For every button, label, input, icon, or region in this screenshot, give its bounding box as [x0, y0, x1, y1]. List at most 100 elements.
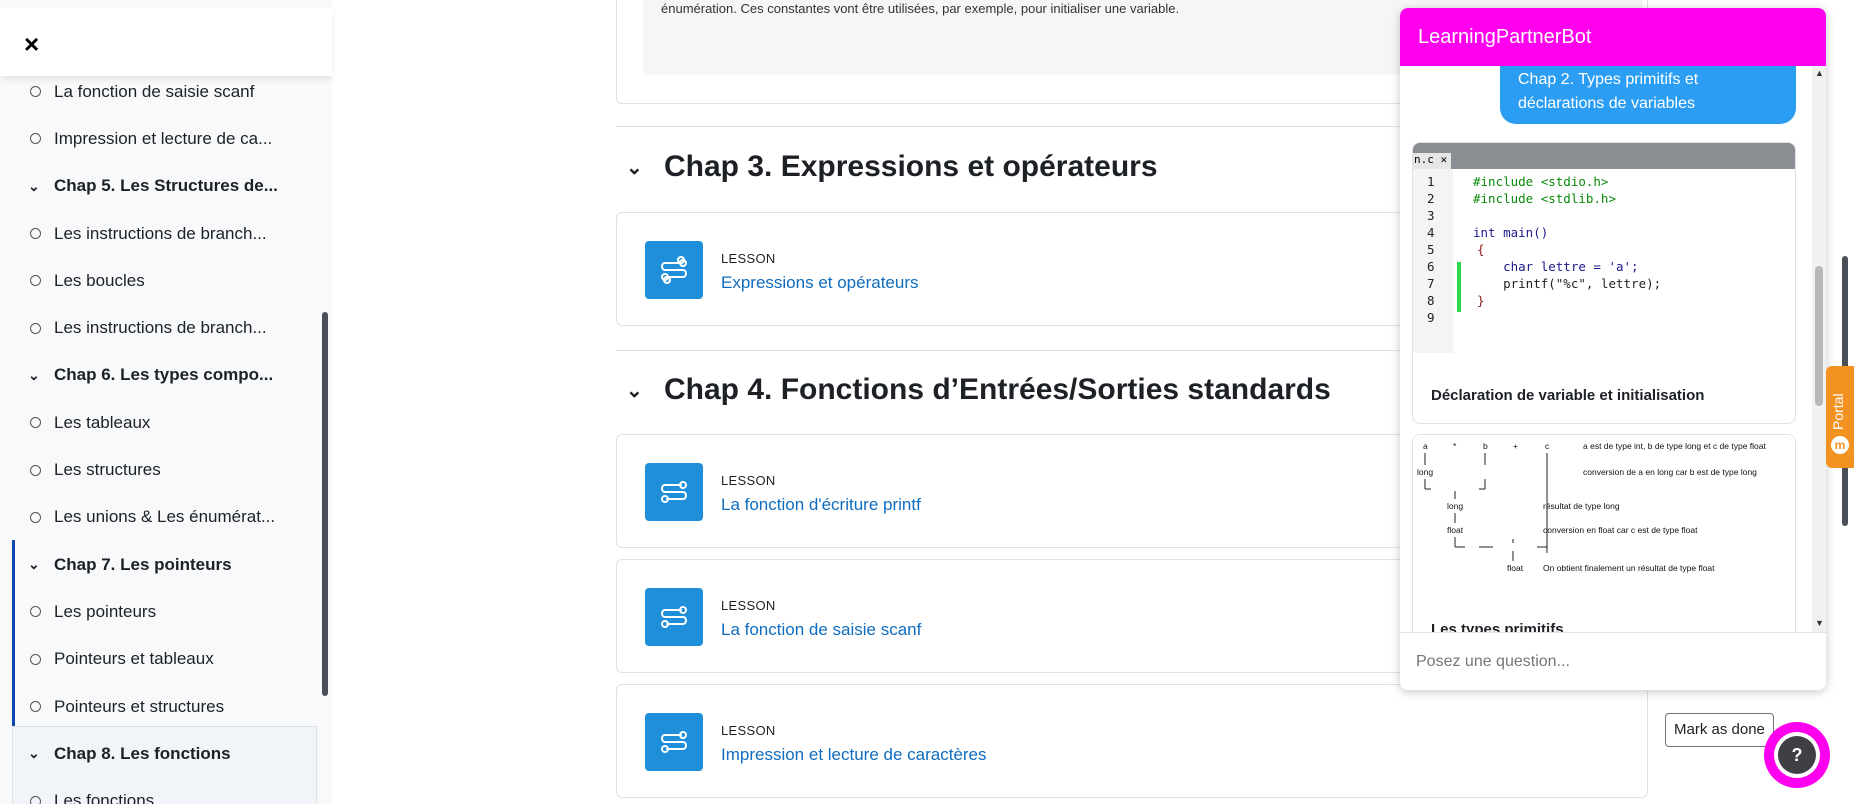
index-item-label: Les tableaux [54, 412, 151, 432]
index-item-lesson[interactable]: Les fonctions [0, 777, 332, 804]
circle-icon [30, 606, 41, 618]
chatbot-panel: LearningPartnerBot Chap 2. Types primiti… [1400, 8, 1826, 690]
activity-type: LESSON [721, 473, 776, 488]
line-number: 9 [1427, 310, 1435, 325]
chevron-down-icon[interactable]: ⌄ [28, 178, 40, 195]
chevron-down-icon[interactable]: ⌄ [28, 556, 40, 573]
card-caption: Déclaration de variable et initialisatio… [1431, 387, 1705, 404]
index-item-label: Les fonctions [54, 791, 155, 804]
index-item-label: La fonction de saisie scanf [54, 81, 255, 101]
code-line: char lettre = 'a'; [1473, 259, 1639, 274]
index-item-label: Les instructions de branch... [54, 318, 267, 338]
index-section-label: Chap 6. Les types compo... [54, 365, 274, 385]
circle-icon [30, 653, 41, 665]
code-line: int main() [1473, 225, 1549, 240]
code-line: #include <stdio.h> [1473, 174, 1609, 189]
line-number: 3 [1427, 208, 1435, 223]
bot-response-card: a * b + c a est de type int, b de type l… [1412, 434, 1796, 632]
activity-type: LESSON [721, 723, 776, 738]
lesson-icon [645, 588, 703, 646]
activity-type: LESSON [721, 598, 776, 613]
chatbot-title: LearningPartnerBot [1418, 26, 1592, 48]
index-item-label: Les instructions de branch... [54, 223, 267, 243]
help-button[interactable]: ? [1764, 722, 1830, 788]
scroll-down-icon[interactable]: ▼ [1815, 618, 1824, 628]
line-number: 8 [1427, 293, 1435, 308]
line-number: 5 [1427, 242, 1435, 257]
portal-logo-icon: m [1831, 436, 1849, 454]
index-item-section[interactable]: ⌄ Chap 8. Les fonctions [0, 730, 332, 777]
code-line: #include <stdlib.h> [1473, 191, 1616, 206]
line-number: 6 [1427, 259, 1435, 274]
index-item-lesson[interactable]: Les instructions de branch... [0, 304, 332, 351]
code-screenshot-image: n.c ✕ 1 #include <stdio.h> 2 #include <s… [1413, 143, 1795, 353]
question-icon: ? [1778, 736, 1816, 774]
index-item-lesson[interactable]: Les boucles [0, 257, 332, 304]
index-item-section[interactable]: ⌄ Chap 5. Les Structures de... [0, 163, 332, 210]
circle-icon [30, 322, 41, 334]
circle-icon [30, 133, 41, 145]
help-button-ring: ? [1774, 732, 1820, 778]
index-item-label: Les structures [54, 460, 161, 480]
course-index-list: La fonction de saisie scanf Impression e… [0, 68, 332, 804]
circle-icon [30, 701, 41, 712]
diagram-lines [1424, 453, 1548, 561]
close-drawer-button[interactable]: × [24, 31, 48, 57]
mark-as-done-button[interactable]: Mark as done [1665, 713, 1774, 747]
circle-icon [30, 795, 41, 804]
course-index-drawer: × La fonction de saisie scanf Impression… [0, 0, 332, 804]
circle-icon [30, 464, 41, 476]
portal-side-tab[interactable]: m Portal [1826, 366, 1854, 468]
activity-link[interactable]: La fonction d'écriture printf [721, 495, 921, 515]
chat-scrollbar[interactable]: ▲ ▼ [1812, 66, 1826, 632]
index-section-label: Chap 7. Les pointeurs [54, 554, 232, 574]
drawer-header: × [0, 8, 332, 76]
index-item-lesson[interactable]: Les instructions de branch... [0, 210, 332, 257]
activity-link[interactable]: La fonction de saisie scanf [721, 620, 921, 640]
activity-link[interactable]: Impression et lecture de caractères [721, 745, 987, 765]
index-item-lesson[interactable]: Les structures [0, 446, 332, 493]
section-header: ⌄ Chap 4. Fonctions d’Entrées/Sorties st… [626, 373, 1331, 407]
index-item-label: Les boucles [54, 270, 145, 290]
scroll-thumb[interactable] [1815, 266, 1823, 406]
app-screen: × La fonction de saisie scanf Impression… [0, 0, 1854, 804]
editor-tab-bar: n.c ✕ [1413, 143, 1795, 169]
index-item-lesson[interactable]: Impression et lecture de ca... [0, 115, 332, 162]
circle-icon [30, 511, 41, 523]
circle-icon [30, 228, 41, 240]
card-caption: Les types primitifs [1431, 621, 1564, 632]
chevron-down-icon[interactable]: ⌄ [28, 745, 40, 762]
circle-icon [30, 417, 41, 429]
section-title: Chap 4. Fonctions d’Entrées/Sorties stan… [664, 373, 1331, 406]
circle-icon [30, 86, 41, 98]
index-item-lesson[interactable]: Pointeurs et structures [0, 683, 332, 730]
index-item-lesson[interactable]: Les unions & Les énumérat... [0, 494, 332, 541]
chevron-down-icon[interactable]: ⌄ [626, 378, 664, 403]
summary-text: énumération. Ces constantes vont être ut… [661, 1, 1180, 16]
chevron-down-icon[interactable]: ⌄ [626, 155, 664, 180]
index-item-lesson[interactable]: Pointeurs et tableaux [0, 636, 332, 683]
index-item-lesson[interactable]: Les pointeurs [0, 588, 332, 635]
index-section-label: Chap 5. Les Structures de... [54, 176, 278, 196]
chatbot-header: LearningPartnerBot [1400, 8, 1826, 66]
line-number: 1 [1427, 174, 1435, 189]
change-marker [1457, 262, 1461, 312]
index-item-lesson[interactable]: La fonction de saisie scanf [0, 68, 332, 115]
index-item-section[interactable]: ⌄ Chap 7. Les pointeurs [0, 541, 332, 588]
scroll-up-icon[interactable]: ▲ [1815, 68, 1824, 78]
activity-link[interactable]: Expressions et opérateurs [721, 273, 919, 293]
index-item-section[interactable]: ⌄ Chap 6. Les types compo... [0, 352, 332, 399]
user-message-bubble: Chap 2. Types primitifs et déclarations … [1500, 66, 1796, 124]
activity-card: LESSON Impression et lecture de caractèr… [616, 684, 1774, 798]
index-item-lesson[interactable]: Les tableaux [0, 399, 332, 446]
chat-question-input[interactable] [1416, 647, 1810, 677]
drawer-scrollbar[interactable] [322, 312, 328, 696]
type-conversion-diagram: a * b + c a est de type int, b de type l… [1413, 435, 1795, 585]
chevron-down-icon[interactable]: ⌄ [28, 367, 40, 384]
line-number: 4 [1427, 225, 1435, 240]
chat-input-area [1400, 632, 1826, 690]
code-line: printf("%c", lettre); [1473, 276, 1662, 291]
index-section-label: Chap 8. Les fonctions [54, 743, 231, 763]
portal-label: Portal [1830, 393, 1846, 430]
lesson-icon [645, 713, 703, 771]
